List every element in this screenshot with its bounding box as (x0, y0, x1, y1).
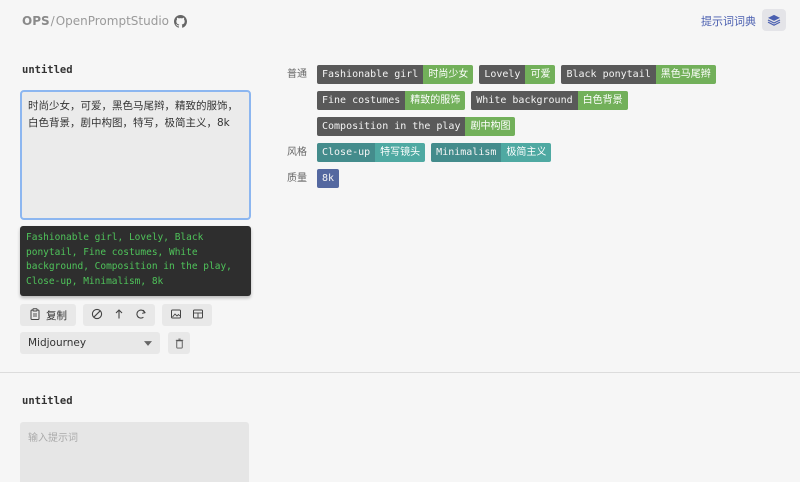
layout-icon (192, 308, 204, 323)
trash-icon (174, 334, 185, 353)
prompt-tag[interactable]: Black ponytail 黑色马尾辫 (561, 65, 716, 84)
brand-name: OpenPromptStudio (55, 14, 170, 28)
tag-zh: 时尚少女 (423, 65, 474, 84)
tag-zh: 可爱 (525, 65, 556, 84)
prompt-tag[interactable]: Fashionable girl 时尚少女 (317, 65, 474, 84)
tag-group-label: 质量 (287, 173, 307, 184)
tag-en: Composition in the play (317, 117, 466, 136)
tag-zh: 极简主义 (501, 143, 552, 162)
editor-title[interactable]: untitled (22, 64, 73, 76)
prompt-dictionary-link[interactable]: 提示词词典 (701, 13, 756, 29)
prompt-input[interactable]: 输入提示词 (20, 422, 249, 482)
copy-group: 复制 (20, 304, 76, 326)
editor-toolbar: 复制 (20, 304, 212, 326)
disable-icon (91, 308, 103, 323)
brand-ops: OPS (22, 14, 50, 28)
github-icon[interactable] (174, 14, 188, 28)
arrow-up-icon (113, 308, 125, 323)
tag-en: Close-up (317, 143, 376, 162)
model-select-value: Midjourney (28, 337, 87, 349)
editor-title[interactable]: untitled (22, 395, 73, 407)
layers-button[interactable] (762, 9, 786, 31)
tag-groups: 普通 Fashionable girl 时尚少女 Lovely 可爱 Black p… (287, 65, 767, 195)
clipboard-icon (29, 307, 41, 323)
delete-button[interactable] (168, 332, 190, 354)
model-row: Midjourney (20, 332, 190, 354)
tag-en: Fine costumes (317, 91, 406, 110)
tag-list: 8k (317, 169, 757, 188)
upload-button[interactable] (110, 304, 128, 326)
tag-zh: 剧中构图 (465, 117, 516, 136)
copy-button[interactable]: 复制 (25, 304, 71, 326)
tag-list: Close-up 特写镜头 Minimalism 极简主义 (317, 143, 757, 162)
chevron-down-icon (144, 337, 152, 349)
tag-zh: 黑色马尾辫 (655, 65, 716, 84)
section-divider (0, 372, 800, 373)
tag-en: Fashionable girl (317, 65, 424, 84)
prompt-tag[interactable]: Minimalism 极简主义 (431, 143, 552, 162)
tag-group-general: 普通 Fashionable girl 时尚少女 Lovely 可爱 Black p… (287, 65, 767, 136)
tag-group-label: 风格 (287, 147, 307, 158)
prompt-tag[interactable]: Fine costumes 精致的服饰 (317, 91, 466, 110)
tag-group-label: 普通 (287, 69, 307, 80)
image-icon (170, 308, 182, 323)
prompt-tag[interactable]: Composition in the play 剧中构图 (317, 117, 516, 136)
tag-list: Fashionable girl 时尚少女 Lovely 可爱 Black pony… (317, 65, 757, 136)
prompt-tag[interactable]: Lovely 可爱 (479, 65, 556, 84)
tag-en: 8k (317, 169, 340, 188)
action-group (83, 304, 155, 326)
prompt-tag[interactable]: Close-up 特写镜头 (317, 143, 426, 162)
layout-button[interactable] (189, 304, 207, 326)
copy-label: 复制 (46, 309, 67, 322)
prompt-tag[interactable]: 8k (317, 169, 340, 188)
tag-zh: 精致的服饰 (405, 91, 466, 110)
refresh-button[interactable] (132, 304, 150, 326)
tag-en: Minimalism (431, 143, 502, 162)
brand[interactable]: OPS / OpenPromptStudio (22, 12, 188, 30)
prompt-input[interactable]: 时尚少女，可爱，黑色马尾辫，精致的服饰，白色背景，剧中构图，特写，极简主义，8k (20, 90, 251, 220)
tag-zh: 白色背景 (577, 91, 628, 110)
prompt-output: Fashionable girl, Lovely, Black ponytail… (20, 226, 251, 296)
tag-zh: 特写镜头 (375, 143, 426, 162)
tag-group-quality: 质量 8k (287, 169, 767, 188)
disable-button[interactable] (88, 304, 106, 326)
tag-en: White background (471, 91, 578, 110)
tag-en: Black ponytail (561, 65, 656, 84)
model-select[interactable]: Midjourney (20, 332, 160, 354)
image-button[interactable] (167, 304, 185, 326)
prompt-tag[interactable]: White background 白色背景 (471, 91, 628, 110)
brand-separator: / (50, 14, 55, 28)
layers-icon (767, 11, 781, 30)
tag-group-style: 风格 Close-up 特写镜头 Minimalism 极简主义 (287, 143, 767, 162)
refresh-icon (135, 308, 147, 323)
tag-en: Lovely (479, 65, 526, 84)
media-group (162, 304, 212, 326)
